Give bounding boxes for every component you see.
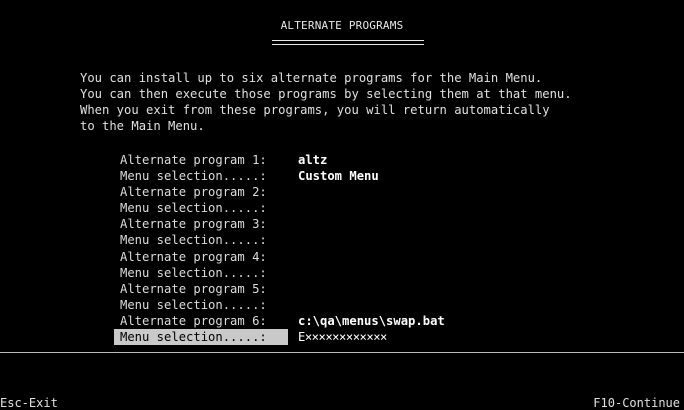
alternate-program-label: Alternate program 1: <box>120 153 267 167</box>
esc-exit-key[interactable]: Esc-Exit <box>0 396 58 410</box>
f10-continue-key[interactable]: F10-Continue <box>593 396 680 410</box>
footer-divider <box>0 352 684 353</box>
menu-selection-label: Menu selection.....: <box>120 233 267 248</box>
alternate-program-row-5[interactable]: Alternate program 5: <box>120 281 445 297</box>
menu-selection-label-highlighted: Menu selection.....: <box>114 329 288 346</box>
alternate-program-label: Alternate program 4: <box>120 249 267 264</box>
menu-selection-row-6[interactable]: Menu selection.....: E×××××××××××× <box>114 329 445 346</box>
title-double-underline <box>272 40 424 45</box>
menu-selection-field[interactable]: Custom Menu <box>298 168 379 184</box>
menu-selection-row-3[interactable]: Menu selection.....: <box>120 232 445 248</box>
alternate-program-row-1[interactable]: Alternate program 1: altz <box>120 152 445 168</box>
intro-text: You can install up to six alternate prog… <box>80 70 572 134</box>
alternate-program-field[interactable]: c:\qa\menus\swap.bat <box>298 313 445 329</box>
menu-selection-field-active[interactable]: E×××××××××××× <box>298 329 387 345</box>
alternate-program-label: Alternate program 2: <box>120 185 267 200</box>
alternate-program-row-4[interactable]: Alternate program 4: <box>120 249 445 265</box>
intro-line: You can install up to six alternate prog… <box>80 71 543 85</box>
intro-line: You can then execute those programs by s… <box>80 87 572 101</box>
alternate-program-row-2[interactable]: Alternate program 2: <box>120 184 445 200</box>
menu-selection-row-1[interactable]: Menu selection.....: Custom Menu <box>120 168 445 184</box>
page-title: ALTERNATE PROGRAMS <box>280 19 404 32</box>
menu-selection-label: Menu selection.....: <box>120 169 267 184</box>
menu-selection-row-5[interactable]: Menu selection.....: <box>120 297 445 313</box>
alternate-program-label: Alternate program 6: <box>120 313 267 328</box>
alternate-program-row-6[interactable]: Alternate program 6: c:\qa\menus\swap.ba… <box>120 313 445 329</box>
alternate-program-label: Alternate program 3: <box>120 217 267 232</box>
alternate-program-field[interactable]: altz <box>298 152 327 168</box>
menu-selection-label: Menu selection.....: <box>120 265 267 280</box>
dos-screen: ALTERNATE PROGRAMS You can install up to… <box>0 0 684 410</box>
alternate-program-row-3[interactable]: Alternate program 3: <box>120 216 445 232</box>
intro-line: When you exit from these programs, you w… <box>80 103 550 117</box>
alternate-program-label: Alternate program 5: <box>120 281 267 296</box>
menu-selection-row-2[interactable]: Menu selection.....: <box>120 200 445 216</box>
intro-line: to the Main Menu. <box>80 119 205 133</box>
menu-selection-label: Menu selection.....: <box>120 201 267 216</box>
menu-selection-label: Menu selection.....: <box>120 297 267 312</box>
alternate-programs-form: Alternate program 1: altz Menu selection… <box>114 152 445 346</box>
menu-selection-row-4[interactable]: Menu selection.....: <box>120 265 445 281</box>
